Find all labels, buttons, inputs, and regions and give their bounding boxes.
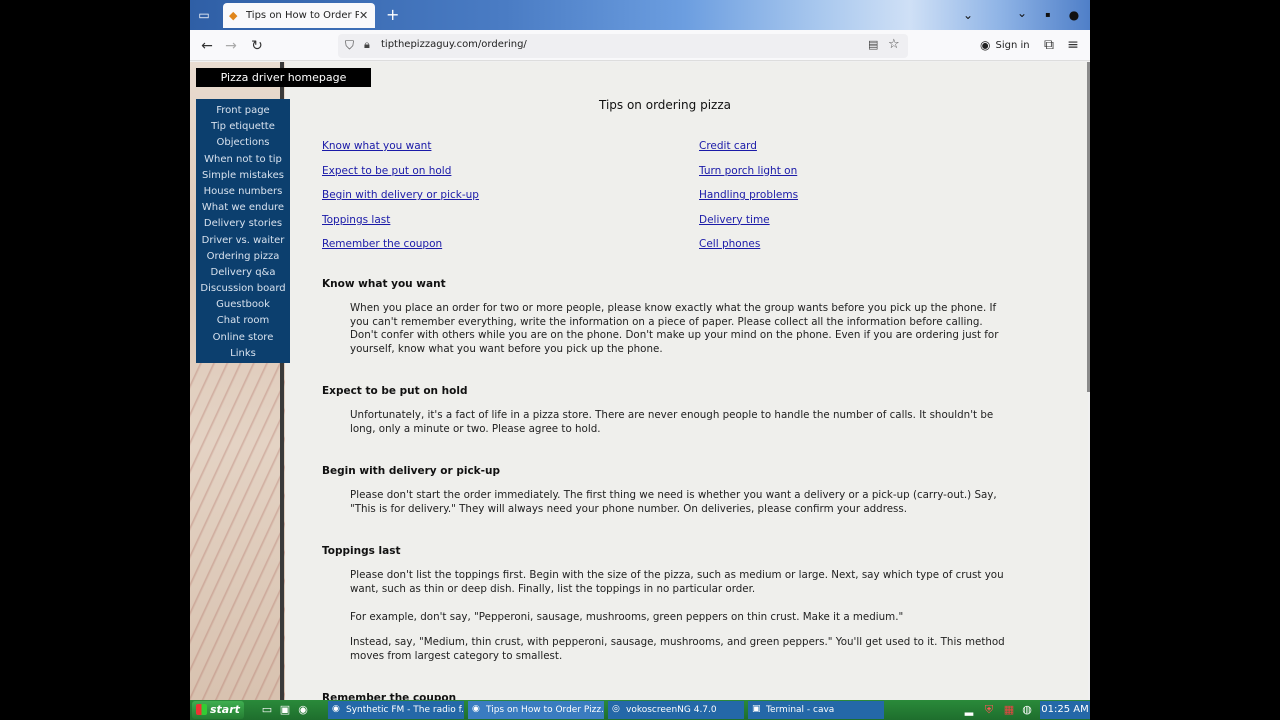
back-icon[interactable]: ← [198, 37, 216, 55]
menu-icon[interactable]: ≡ [1064, 36, 1082, 54]
toc-link[interactable]: Remember the coupon [322, 238, 442, 250]
toc-link[interactable]: Expect to be put on hold [322, 165, 451, 177]
section-paragraph: Please don't start the order immediately… [350, 489, 997, 515]
side-nav-item[interactable]: Delivery q&a [196, 265, 290, 281]
task-label: Terminal - cava [766, 705, 835, 715]
desktop: ▭ ◆ Tips on How to Order Pizza ✕ + ⌄ ⌄ ▪… [0, 0, 1280, 720]
task-label: Synthetic FM - The radio f... [346, 705, 464, 715]
side-nav-item[interactable]: Chat room [196, 313, 290, 329]
side-nav: Front page Tip etiquette Objections When no… [196, 99, 290, 363]
section-heading: Begin with delivery or pick-up [322, 465, 501, 477]
taskbar: start ▭ ▣ ◉ ◉ Synthetic FM - The radio f.… [190, 700, 1090, 720]
pizza-favicon-icon: ◆ [229, 8, 238, 22]
start-button[interactable]: start [192, 701, 244, 719]
tab-title: Tips on How to Order Pizza [246, 10, 359, 21]
terminal-launcher-icon[interactable]: ▣ [278, 703, 292, 717]
toc-link[interactable]: Turn porch light on [699, 165, 797, 177]
close-icon[interactable]: ✕ [359, 9, 369, 22]
forward-icon[interactable]: → [222, 37, 240, 55]
section-paragraph: Instead, say, "Medium, thin crust, with … [350, 636, 1005, 662]
side-nav-item[interactable]: When not to tip [196, 152, 290, 168]
shield-tray-icon[interactable]: ⛨ [982, 703, 996, 717]
browser-window: ▭ ◆ Tips on How to Order Pizza ✕ + ⌄ ⌄ ▪… [190, 0, 1090, 700]
signal-icon[interactable]: ▂ [962, 703, 976, 717]
task-synthetic-fm[interactable]: ◉ Synthetic FM - The radio f... [328, 701, 464, 719]
toc-link[interactable]: Cell phones [699, 238, 760, 250]
side-nav-item[interactable]: Guestbook [196, 297, 290, 313]
side-nav-item[interactable]: Tip etiquette [196, 119, 290, 135]
reader-view-icon[interactable]: ▤ [868, 38, 878, 51]
toc-link[interactable]: Know what you want [322, 140, 431, 152]
start-logo-icon [196, 704, 207, 715]
side-nav-item[interactable]: Links [196, 346, 290, 362]
tab-list-icon[interactable]: ▭ [196, 7, 212, 23]
browser-launcher-icon[interactable]: ◉ [296, 703, 310, 717]
section-paragraph: Unfortunately, it's a fact of life in a … [350, 409, 994, 435]
toc-link[interactable]: Toppings last [322, 214, 390, 226]
task-browser[interactable]: ◉ Tips on How to Order Pizz... [468, 701, 604, 719]
toc-link[interactable]: Begin with delivery or pick-up [322, 189, 479, 201]
firewall-icon[interactable]: ▦ [1002, 703, 1016, 717]
section-paragraph: For example, don't say, "Pepperoni, saus… [350, 611, 904, 623]
section-paragraph: Please don't list the toppings first. Be… [350, 569, 1004, 595]
sign-in-label: Sign in [995, 39, 1030, 51]
section-heading: Know what you want [322, 278, 446, 290]
scrollbar[interactable] [1087, 62, 1090, 392]
section-heading: Toppings last [322, 545, 401, 557]
nav-bar: ← → ↻ ⛉ 🔒︎ tipthepizzaguy.com/ordering/ … [190, 30, 1090, 61]
section-heading: Expect to be put on hold [322, 385, 468, 397]
task-label: Tips on How to Order Pizz... [486, 705, 604, 715]
side-nav-item[interactable]: Discussion board [196, 281, 290, 297]
new-tab-icon[interactable]: + [386, 6, 399, 24]
side-nav-item[interactable]: Simple mistakes [196, 168, 290, 184]
vein-texture [190, 362, 285, 700]
desktop-icon[interactable]: ▭ [260, 703, 274, 717]
tab-bar: ▭ ◆ Tips on How to Order Pizza ✕ + ⌄ ⌄ ▪… [190, 0, 1090, 30]
toc-link[interactable]: Delivery time [699, 214, 770, 226]
sign-in-button[interactable]: ◉ Sign in [980, 38, 1030, 52]
side-nav-item[interactable]: What we endure [196, 200, 290, 216]
side-nav-item[interactable]: House numbers [196, 184, 290, 200]
terminal-icon: ▣ [752, 704, 761, 714]
side-nav-item[interactable]: Driver vs. waiter [196, 233, 290, 249]
firefox-icon: ◉ [472, 704, 480, 714]
task-label: vokoscreenNG 4.7.0 [626, 705, 717, 715]
side-nav-item[interactable]: Delivery stories [196, 216, 290, 232]
close-window-icon[interactable]: ● [1066, 7, 1082, 23]
side-nav-item[interactable]: Objections [196, 135, 290, 151]
toc-link[interactable]: Handling problems [699, 189, 798, 201]
reload-icon[interactable]: ↻ [248, 37, 266, 55]
recorder-icon: ◎ [612, 704, 620, 714]
task-vokoscreen[interactable]: ◎ vokoscreenNG 4.7.0 [608, 701, 744, 719]
url-text[interactable]: tipthepizzaguy.com/ordering/ [381, 39, 527, 50]
main-content: Tips on ordering pizza Know what you wan… [322, 62, 1022, 700]
network-icon[interactable]: ◍ [1020, 703, 1034, 717]
tab-active[interactable]: ◆ Tips on How to Order Pizza ✕ [223, 3, 375, 28]
clock: 01:25 AM [1040, 701, 1090, 719]
extensions-icon[interactable]: ⧉ [1040, 36, 1058, 54]
page-title: Tips on ordering pizza [598, 98, 731, 112]
url-bar[interactable]: ⛉ 🔒︎ tipthepizzaguy.com/ordering/ ▤ ☆ [338, 34, 908, 58]
account-icon: ◉ [980, 38, 991, 52]
web-page: Pizza driver homepage Front page Tip etiq… [190, 62, 1088, 700]
start-label: start [210, 703, 240, 716]
lock-icon[interactable]: 🔒︎ [364, 38, 370, 52]
shield-icon[interactable]: ⛉ [345, 38, 354, 53]
side-nav-item[interactable]: Front page [196, 103, 290, 119]
section-paragraph: When you place an order for two or more … [350, 302, 999, 355]
task-terminal[interactable]: ▣ Terminal - cava [748, 701, 884, 719]
side-nav-item[interactable]: Ordering pizza [196, 249, 290, 265]
maximize-icon[interactable]: ▪ [1040, 7, 1056, 23]
radio-icon: ◉ [332, 704, 340, 714]
toc-link[interactable]: Credit card [699, 140, 757, 152]
minimize-icon[interactable]: ⌄ [1014, 5, 1030, 21]
bookmark-star-icon[interactable]: ☆ [888, 37, 900, 52]
section-heading: Remember the coupon [322, 692, 457, 700]
chevron-down-icon[interactable]: ⌄ [960, 7, 976, 23]
side-nav-item[interactable]: Online store [196, 330, 290, 346]
